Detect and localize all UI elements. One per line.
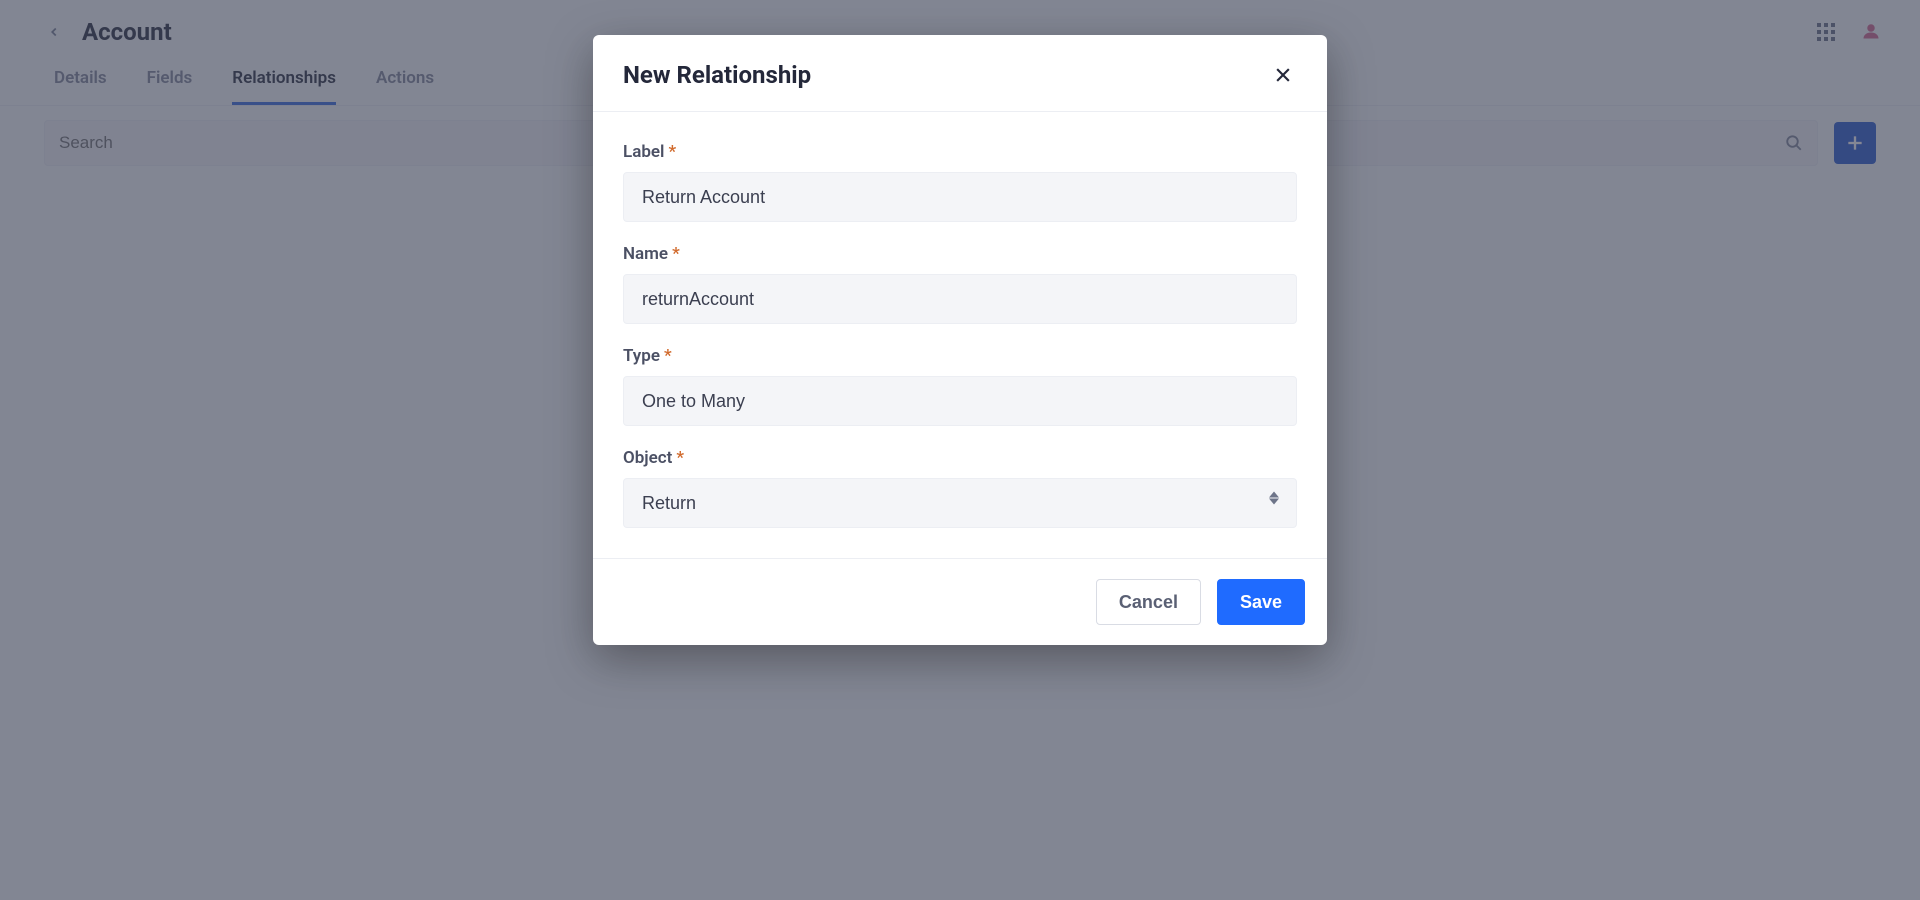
label-input[interactable]: [623, 172, 1297, 222]
object-field-label: Object*: [623, 448, 1297, 468]
object-select[interactable]: [623, 478, 1297, 528]
name-field-label: Name*: [623, 244, 1297, 264]
label-field-label: Label*: [623, 142, 1297, 162]
close-icon: [1273, 65, 1293, 85]
cancel-button[interactable]: Cancel: [1096, 579, 1201, 625]
type-field-label: Type*: [623, 346, 1297, 366]
modal-title: New Relationship: [623, 61, 811, 89]
type-input[interactable]: [623, 376, 1297, 426]
modal-overlay: New Relationship Label* Name* Type*: [0, 0, 1920, 900]
new-relationship-modal: New Relationship Label* Name* Type*: [593, 35, 1327, 645]
save-button[interactable]: Save: [1217, 579, 1305, 625]
name-input[interactable]: [623, 274, 1297, 324]
close-button[interactable]: [1269, 61, 1297, 89]
